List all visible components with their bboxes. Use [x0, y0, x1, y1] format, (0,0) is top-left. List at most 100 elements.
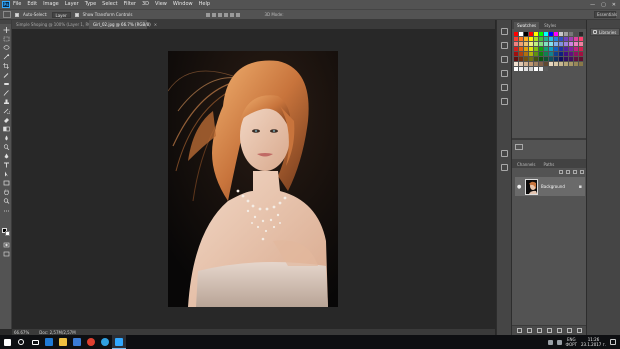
healing-brush-tool-icon[interactable] [2, 81, 10, 87]
history-brush-tool-icon[interactable] [2, 108, 10, 114]
tab-girl-02[interactable]: Girl_02.jpg @ 66.7% (RGB/8) × [89, 20, 157, 29]
brush-tool-icon[interactable] [2, 90, 10, 96]
transform-controls-label: Show Transform Controls [82, 12, 133, 17]
crop-tool-icon[interactable] [2, 63, 10, 69]
tab-styles[interactable]: Styles [541, 22, 559, 29]
skype-icon[interactable] [98, 335, 112, 349]
screen-mode-icon[interactable] [2, 251, 10, 257]
info-panel-icon[interactable] [501, 150, 508, 157]
adjustments-icon[interactable] [515, 144, 523, 150]
task-view-icon[interactable] [28, 335, 42, 349]
history-panel-icon[interactable] [501, 28, 508, 35]
toolbar-header[interactable] [0, 20, 11, 24]
photoshop-icon[interactable] [112, 335, 126, 349]
new-layer-icon[interactable] [567, 328, 572, 333]
character-panel-icon[interactable] [501, 70, 508, 77]
new-group-icon[interactable] [557, 328, 562, 333]
clock[interactable]: 11:26 23.1.2017 г. [581, 337, 606, 347]
right-panels: Swatches Styles Channels Paths ● Backgro… [511, 20, 587, 335]
filter-adjust-icon[interactable] [566, 170, 570, 174]
tab-simple-shoping[interactable]: Simple Shoping @ 100% (Layer 1, RGB/8) × [12, 20, 106, 29]
workspace-dropdown[interactable]: Essentials [594, 11, 617, 18]
fx-icon[interactable] [527, 328, 532, 333]
filter-pixel-icon[interactable] [559, 170, 563, 174]
color-swatch[interactable] [579, 67, 584, 72]
menu-3d[interactable]: 3D [142, 0, 149, 9]
dodge-tool-icon[interactable] [2, 144, 10, 150]
minimize-button[interactable]: — [590, 2, 595, 8]
libraries-button[interactable]: Libraries [590, 28, 620, 36]
layer-row-background[interactable]: ● Background ▪ [515, 177, 585, 196]
auto-select-checkbox[interactable] [15, 12, 19, 17]
notifications-icon[interactable] [610, 339, 616, 345]
maximize-button[interactable]: ▢ [601, 2, 606, 8]
rectangle-tool-icon[interactable] [2, 180, 10, 186]
libraries-panel: Libraries [586, 20, 620, 335]
type-tool-icon[interactable] [2, 162, 10, 168]
edge-icon[interactable] [42, 335, 56, 349]
filter-type-icon[interactable] [573, 170, 577, 174]
navigator-panel-icon[interactable] [501, 164, 508, 171]
paragraph-panel-icon[interactable] [501, 84, 508, 91]
eyedropper-tool-icon[interactable] [2, 72, 10, 78]
zoom-tool-icon[interactable] [2, 198, 10, 204]
menu-help[interactable]: Help [199, 0, 210, 9]
path-selection-tool-icon[interactable] [2, 171, 10, 177]
add-mask-icon[interactable] [537, 328, 542, 333]
align-bottom-icon[interactable] [218, 12, 223, 17]
search-icon[interactable] [14, 335, 28, 349]
menu-edit[interactable]: Edit [27, 0, 37, 9]
visibility-eye-icon[interactable]: ● [517, 184, 522, 190]
delete-layer-icon[interactable] [577, 328, 582, 333]
menu-image[interactable]: Image [43, 0, 59, 9]
move-tool-icon[interactable] [2, 27, 10, 33]
align-left-icon[interactable] [224, 12, 229, 17]
document-image[interactable] [168, 51, 338, 307]
clone-stamp-tool-icon[interactable] [2, 99, 10, 105]
move-tool-preset-icon[interactable] [3, 11, 11, 18]
filter-shape-icon[interactable] [580, 170, 584, 174]
adjustments-panel-icon[interactable] [501, 98, 508, 105]
more-tools-icon[interactable] [2, 208, 10, 214]
tab-paths[interactable]: Paths [541, 161, 558, 168]
chrome-icon[interactable] [84, 335, 98, 349]
menu-type[interactable]: Type [85, 0, 96, 9]
store-icon[interactable] [70, 335, 84, 349]
align-top-icon[interactable] [206, 12, 211, 17]
explorer-icon[interactable] [56, 335, 70, 349]
language-indicator[interactable]: ENG ФОРТ [566, 337, 577, 347]
start-icon[interactable] [0, 335, 14, 349]
auto-select-dropdown[interactable]: Layer [51, 11, 71, 18]
menu-file[interactable]: File [13, 0, 21, 9]
new-adjustment-icon[interactable] [547, 328, 552, 333]
zoom-level[interactable]: 66.67% [14, 330, 29, 335]
blur-tool-icon[interactable] [2, 135, 10, 141]
tab-channels[interactable]: Channels [514, 161, 539, 168]
align-center-icon[interactable] [230, 12, 235, 17]
pen-tool-icon[interactable] [2, 153, 10, 159]
properties-panel-icon[interactable] [501, 42, 508, 49]
menu-view[interactable]: View [155, 0, 167, 9]
quick-mask-icon[interactable] [2, 242, 10, 248]
close-tab-icon[interactable]: × [154, 20, 157, 29]
align-middle-icon[interactable] [212, 12, 217, 17]
menu-select[interactable]: Select [102, 0, 117, 9]
brush-panel-icon[interactable] [501, 56, 508, 63]
quick-selection-tool-icon[interactable] [2, 54, 10, 60]
eraser-tool-icon[interactable] [2, 117, 10, 123]
marquee-tool-icon[interactable] [2, 36, 10, 42]
menu-window[interactable]: Window [173, 0, 193, 9]
gradient-tool-icon[interactable] [2, 126, 10, 132]
hand-tool-icon[interactable] [2, 189, 10, 195]
tab-swatches[interactable]: Swatches [514, 22, 540, 29]
close-button[interactable]: ✕ [612, 2, 616, 8]
transform-controls-checkbox[interactable] [74, 12, 79, 17]
menu-filter[interactable]: Filter [124, 0, 136, 9]
volume-icon[interactable] [556, 339, 562, 345]
lasso-tool-icon[interactable] [2, 45, 10, 51]
align-right-icon[interactable] [236, 12, 241, 17]
network-icon[interactable] [547, 339, 553, 345]
background-color-swatch[interactable] [5, 231, 10, 236]
link-layers-icon[interactable] [517, 328, 522, 333]
menu-layer[interactable]: Layer [65, 0, 79, 9]
